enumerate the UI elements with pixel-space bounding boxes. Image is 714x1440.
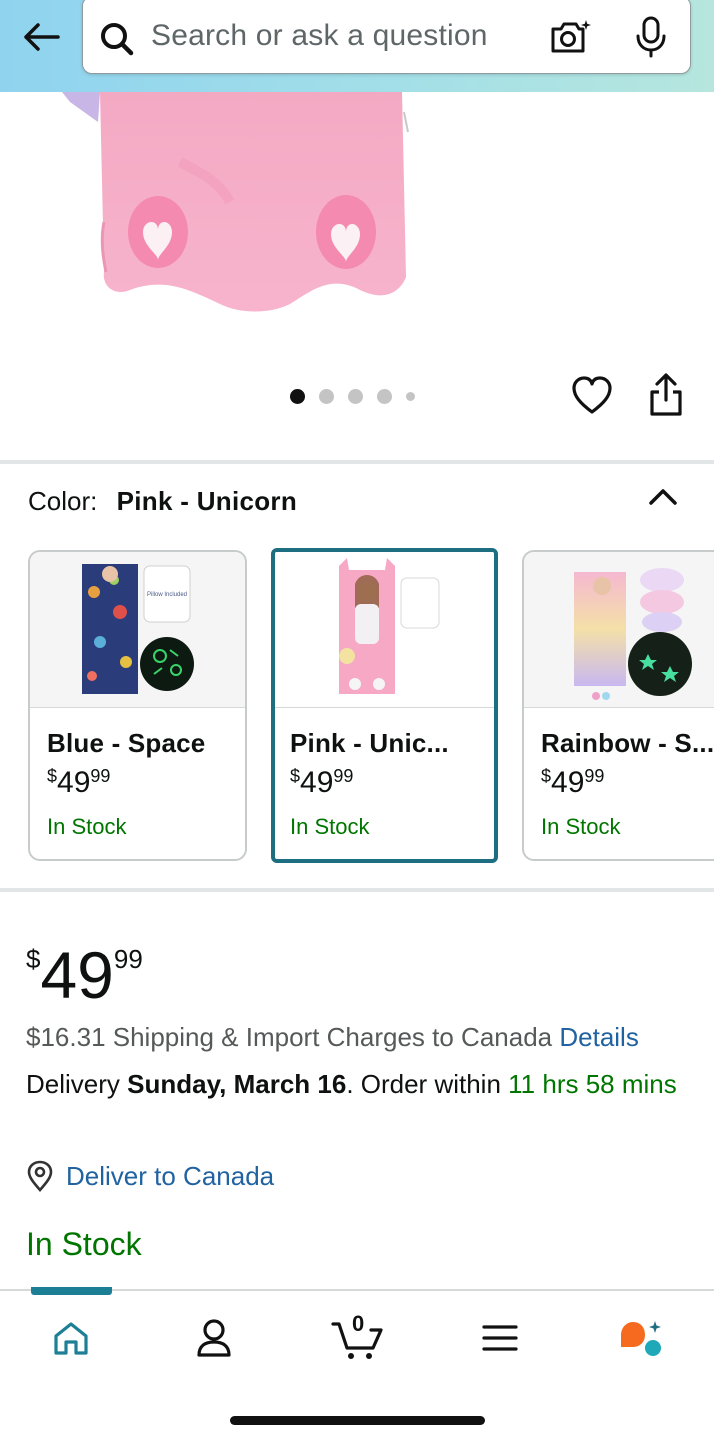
price-whole: 49 <box>57 766 91 799</box>
swatch-title: Pink - Unic... <box>290 728 449 758</box>
carousel-dot[interactable] <box>377 388 392 404</box>
swatch-stock-status: In Stock <box>541 814 621 839</box>
share-icon[interactable] <box>646 372 686 418</box>
camera-lens-icon[interactable] <box>549 17 593 59</box>
swatch-thumbnail: Pillow Included <box>30 552 245 708</box>
microphone-icon[interactable] <box>633 15 669 59</box>
price-cents: 99 <box>584 766 605 786</box>
product-page: Search or ask a question Color: Pink - U… <box>0 0 714 1440</box>
home-indicator-bar <box>230 1416 485 1425</box>
price-whole: 49 <box>40 938 114 1012</box>
swatch-price: $4999 <box>541 766 604 800</box>
search-placeholder: Search or ask a question <box>151 19 488 52</box>
swatch-price: $4999 <box>47 766 110 800</box>
swatch-stock-status: In Stock <box>47 814 127 839</box>
price-symbol: $ <box>26 944 41 974</box>
menu-icon <box>482 1325 518 1351</box>
price-cents: 99 <box>90 766 111 786</box>
price-symbol: $ <box>541 766 552 786</box>
deliver-to-text[interactable]: Deliver to Canada <box>66 1161 274 1192</box>
color-swatch-pink-unicorn[interactable]: Pink - Unic... $4999 In Stock <box>271 548 498 863</box>
carousel-dot[interactable] <box>319 388 334 404</box>
delivery-prefix: Delivery <box>26 1069 120 1099</box>
carousel-dot[interactable] <box>348 388 363 404</box>
active-tab-indicator <box>31 1287 112 1295</box>
nav-home[interactable] <box>46 1315 96 1361</box>
heart-icon[interactable] <box>570 374 614 418</box>
shipping-details-link[interactable]: Details <box>559 1022 638 1052</box>
swatch-title: Blue - Space <box>47 728 206 758</box>
search-input[interactable]: Search or ask a question <box>82 0 691 74</box>
rufus-assistant-icon <box>621 1321 661 1356</box>
location-pin-icon <box>27 1160 53 1192</box>
back-button[interactable] <box>16 14 66 60</box>
selected-color-value: Pink - Unicorn <box>116 486 298 516</box>
nav-menu[interactable] <box>475 1315 525 1361</box>
back-arrow-icon <box>24 23 60 51</box>
carousel-dot[interactable] <box>406 391 415 401</box>
color-swatch-rainbow[interactable]: Rainbow - S... $4999 In Stock <box>522 550 714 861</box>
nav-rufus[interactable] <box>616 1315 666 1361</box>
order-countdown: 11 hrs 58 mins <box>508 1069 677 1099</box>
product-price: $4999 <box>26 924 143 1010</box>
product-image[interactable] <box>0 92 714 362</box>
home-icon <box>54 1322 88 1355</box>
carousel-dot[interactable] <box>290 388 305 404</box>
image-carousel-dots[interactable] <box>290 388 415 404</box>
color-swatch-blue-space[interactable]: Pillow Included Blue - Space $4999 In St… <box>28 550 247 861</box>
swatch-thumbnail <box>275 552 494 708</box>
price-cents: 99 <box>333 766 354 786</box>
pillow-included-text: Pillow Included <box>147 592 187 598</box>
swatch-thumbnail-image <box>339 558 440 694</box>
nav-account[interactable] <box>189 1315 239 1361</box>
price-symbol: $ <box>47 766 58 786</box>
unicorn-sleeping-bag-image <box>62 92 409 312</box>
delivery-date: Sunday, March 16 <box>127 1069 347 1099</box>
section-divider <box>0 888 714 892</box>
price-symbol: $ <box>290 766 301 786</box>
shipping-text: $16.31 Shipping & Import Charges to Cana… <box>26 1022 553 1052</box>
swatch-price: $4999 <box>290 766 353 800</box>
price-cents: 99 <box>113 944 143 974</box>
delivery-middle: . Order within <box>346 1069 501 1099</box>
account-icon <box>197 1319 231 1357</box>
swatch-thumbnail <box>524 552 714 708</box>
price-whole: 49 <box>551 766 585 799</box>
stock-status: In Stock <box>26 1226 142 1262</box>
top-header: Search or ask a question <box>0 0 714 92</box>
cart-count-badge: 0 <box>352 1311 365 1336</box>
nav-cart[interactable]: 0 <box>330 1311 386 1361</box>
shipping-charges: $16.31 Shipping & Import Charges to Cana… <box>26 1022 639 1053</box>
chevron-up-icon[interactable] <box>644 482 682 512</box>
deliver-to-link[interactable]: Deliver to Canada <box>26 1160 274 1192</box>
search-icon <box>101 23 134 56</box>
color-selector-header: Color: Pink - Unicorn <box>28 486 297 517</box>
swatch-title: Rainbow - S... <box>541 728 714 758</box>
section-divider <box>0 460 714 464</box>
delivery-estimate: Delivery Sunday, March 16. Order within … <box>26 1066 696 1102</box>
swatch-thumbnail-image <box>574 568 692 700</box>
color-label: Color: <box>28 486 98 516</box>
swatch-thumbnail-image: Pillow Included <box>82 564 194 694</box>
price-whole: 49 <box>300 766 334 799</box>
swatch-stock-status: In Stock <box>290 814 370 839</box>
